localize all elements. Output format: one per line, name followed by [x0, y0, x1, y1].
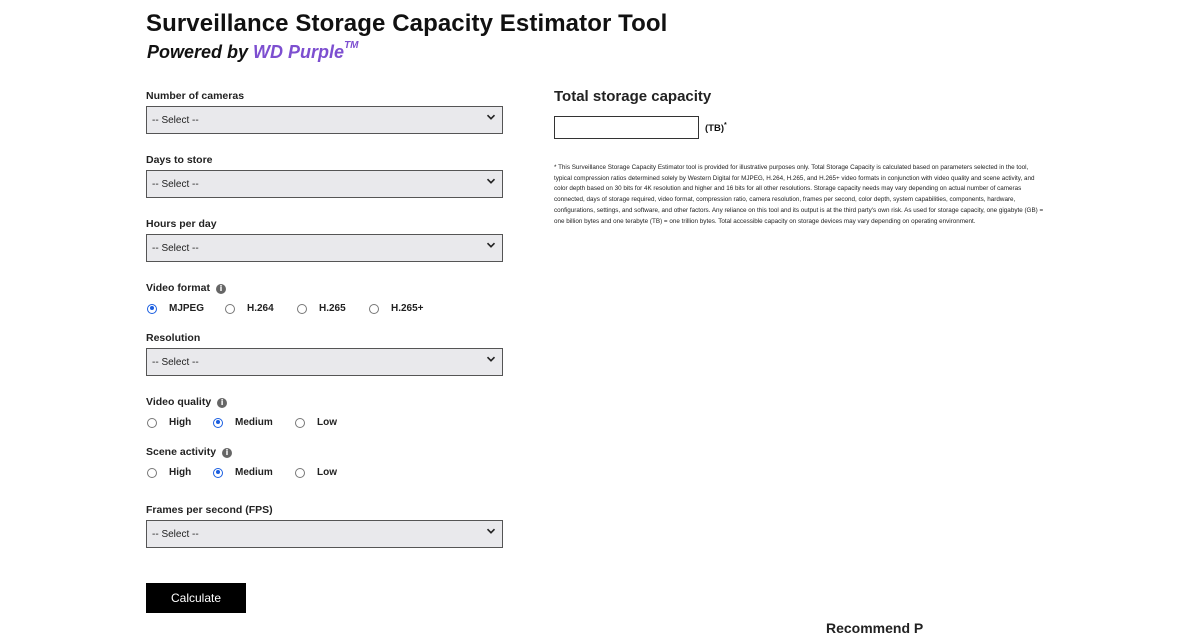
radio-unselected-icon: [297, 303, 307, 314]
radio-label: High: [169, 417, 192, 428]
radio-label: Medium: [235, 417, 273, 428]
resolution-label: Resolution: [146, 332, 201, 344]
radio-label: H.264: [247, 303, 274, 314]
chevron-down-icon: [486, 356, 496, 362]
radio-unselected-icon: [295, 467, 305, 478]
fps-label: Frames per second (FPS): [146, 504, 273, 516]
calculate-button[interactable]: Calculate: [146, 583, 246, 613]
radio-unselected-icon: [225, 303, 235, 314]
trademark-mark: TM: [344, 40, 359, 51]
radio-selected-icon: [213, 417, 223, 428]
video-format-label-text: Video format: [146, 282, 210, 294]
disclaimer-text: * This Surveillance Storage Capacity Est…: [554, 164, 1044, 225]
resolution-select[interactable]: -- Select --: [146, 348, 503, 376]
video-quality-label: Video quality i: [146, 396, 228, 408]
radio-unselected-icon: [147, 417, 157, 428]
scene-activity-label: Scene activity i: [146, 446, 233, 458]
total-storage-title: Total storage capacity: [554, 88, 712, 105]
resolution-select-value: -- Select --: [152, 357, 199, 368]
radio-label: Low: [317, 467, 337, 478]
brand-name: WD Purple: [253, 42, 345, 62]
chevron-down-icon: [486, 528, 496, 534]
chevron-down-icon: [486, 178, 496, 184]
chevron-down-icon: [486, 242, 496, 248]
video-quality-option-high[interactable]: High: [147, 417, 191, 428]
radio-selected-icon: [213, 467, 223, 478]
hours-select[interactable]: -- Select --: [146, 234, 503, 262]
info-icon[interactable]: i: [215, 284, 226, 294]
radio-label: Medium: [235, 467, 273, 478]
radio-label: High: [169, 467, 192, 478]
radio-label: Low: [317, 417, 337, 428]
unit-text: (TB): [705, 123, 724, 135]
days-select-value: -- Select --: [152, 179, 199, 190]
video-quality-option-low[interactable]: Low: [295, 417, 337, 428]
info-icon[interactable]: i: [217, 398, 228, 408]
scene-activity-option-low[interactable]: Low: [295, 467, 337, 478]
radio-unselected-icon: [369, 303, 379, 314]
fps-select[interactable]: -- Select --: [146, 520, 503, 548]
scene-activity-label-text: Scene activity: [146, 446, 217, 458]
video-format-option-mjpeg[interactable]: MJPEG: [147, 303, 204, 314]
video-format-option-h264[interactable]: H.264: [225, 303, 274, 314]
info-icon[interactable]: i: [222, 448, 233, 458]
powered-by-prefix: Powered by: [147, 42, 249, 62]
asterisk-mark: *: [724, 122, 727, 129]
hours-select-value: -- Select --: [152, 243, 199, 254]
hours-label: Hours per day: [146, 218, 217, 230]
video-quality-label-text: Video quality: [146, 396, 212, 408]
chevron-down-icon: [486, 114, 496, 120]
recommend-heading-partial: Recommend P: [826, 620, 924, 636]
powered-by: Powered by WD PurpleTM: [147, 40, 359, 63]
cameras-select-value: -- Select --: [152, 115, 199, 126]
radio-unselected-icon: [147, 467, 157, 478]
radio-label: MJPEG: [169, 303, 205, 314]
cameras-select[interactable]: -- Select --: [146, 106, 503, 134]
page-title: Surveillance Storage Capacity Estimator …: [146, 10, 668, 37]
video-format-option-h265plus[interactable]: H.265+: [369, 303, 424, 314]
days-label: Days to store: [146, 154, 213, 166]
radio-unselected-icon: [295, 417, 305, 428]
scene-activity-option-high[interactable]: High: [147, 467, 191, 478]
video-format-label: Video format i: [146, 282, 226, 294]
video-format-option-h265[interactable]: H.265: [297, 303, 346, 314]
radio-label: H.265: [319, 303, 346, 314]
video-quality-option-medium[interactable]: Medium: [213, 417, 273, 428]
unit-label: (TB)*: [705, 122, 727, 134]
fps-select-value: -- Select --: [152, 529, 199, 540]
radio-label: H.265+: [391, 303, 424, 314]
radio-selected-icon: [147, 303, 157, 314]
scene-activity-option-medium[interactable]: Medium: [213, 467, 273, 478]
cameras-label: Number of cameras: [146, 90, 245, 102]
total-storage-output: [554, 116, 699, 139]
days-select[interactable]: -- Select --: [146, 170, 503, 198]
